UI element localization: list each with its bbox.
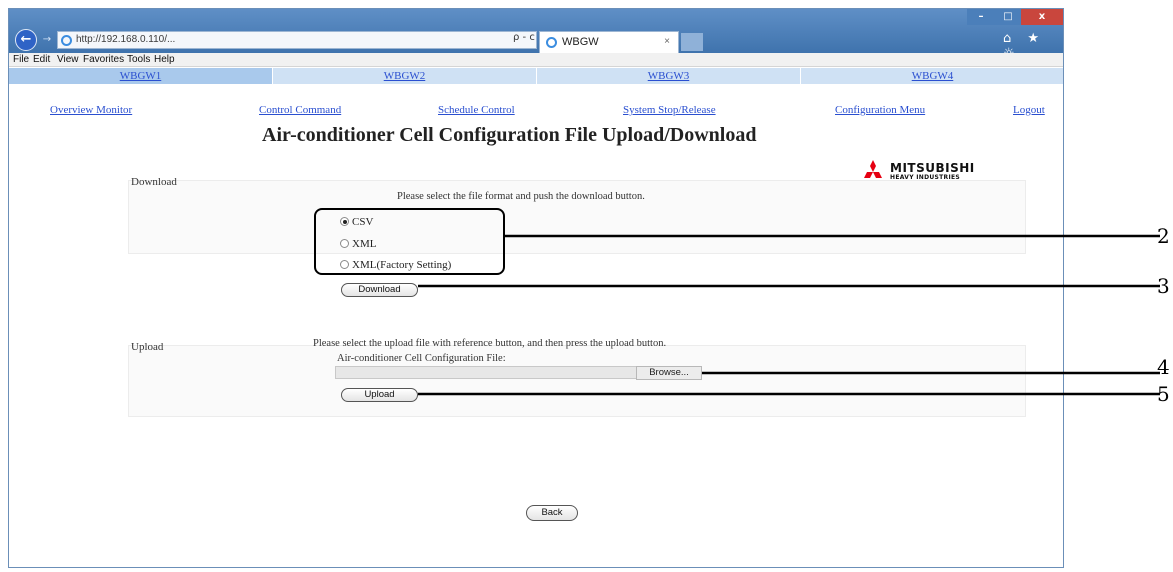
address-bar[interactable]: http://192.168.0.110/... ρ - c (57, 31, 537, 49)
upload-button[interactable]: Upload (341, 388, 418, 402)
menu-view[interactable]: View (57, 54, 79, 65)
ie-tab-icon (546, 37, 557, 48)
browser-titlebar: ← → http://192.168.0.110/... ρ - c WBGW … (9, 9, 1063, 61)
download-button[interactable]: Download (341, 283, 418, 297)
nav-logout[interactable]: Logout (1013, 104, 1045, 116)
logo-name: MITSUBISHI (890, 161, 975, 175)
tab-wbgw3[interactable]: WBGW3 (537, 68, 800, 84)
upload-panel (128, 345, 1026, 417)
close-tab-icon[interactable]: × (664, 32, 670, 52)
upload-file-input[interactable] (335, 366, 639, 379)
tab-wbgw4[interactable]: WBGW4 (801, 68, 1063, 84)
file-field-label: Air-conditioner Cell Configuration File: (337, 353, 506, 364)
address-text: http://192.168.0.110/... (76, 34, 176, 45)
nav-schedule-control[interactable]: Schedule Control (438, 104, 515, 116)
tab-title: WBGW (562, 36, 599, 48)
minimize-icon[interactable]: – (967, 9, 995, 25)
menu-file[interactable]: File (13, 54, 29, 65)
callout-number-4: 4 (1157, 355, 1170, 379)
screenshot-stage: ← → http://192.168.0.110/... ρ - c WBGW … (0, 0, 1173, 572)
menu-bar: File Edit View Favorites Tools Help (9, 53, 1063, 67)
nav-control-command[interactable]: Control Command (259, 104, 341, 116)
menu-favorites[interactable]: Favorites (83, 54, 124, 65)
maximize-icon[interactable]: □ (995, 9, 1021, 25)
menu-edit[interactable]: Edit (33, 54, 50, 65)
tab-wbgw1[interactable]: WBGW1 (9, 68, 272, 84)
nav-overview-monitor[interactable]: Overview Monitor (50, 104, 132, 116)
tab-wbgw2[interactable]: WBGW2 (273, 68, 536, 84)
upload-section-label: Upload (131, 341, 164, 353)
gateway-tab-bar: WBGW1 WBGW2 WBGW3 WBGW4 (9, 68, 1063, 84)
nav-configuration-menu[interactable]: Configuration Menu (835, 104, 925, 116)
menu-help[interactable]: Help (154, 54, 175, 65)
callout-number-5: 5 (1157, 382, 1170, 406)
browse-button[interactable]: Browse... (636, 366, 702, 380)
download-instruction: Please select the file format and push t… (397, 191, 645, 202)
back-arrow-icon[interactable]: ← (15, 29, 37, 51)
new-tab-button[interactable] (681, 33, 703, 51)
download-section-label: Download (131, 176, 177, 188)
callout-number-2: 2 (1157, 224, 1170, 248)
ie-icon (61, 35, 72, 46)
callout-box-format-options (314, 208, 505, 275)
browser-tab[interactable]: WBGW × (539, 31, 679, 53)
menu-tools[interactable]: Tools (127, 54, 150, 65)
upload-instruction: Please select the upload file with refer… (313, 338, 667, 349)
top-navigation: Overview Monitor Control Command Schedul… (9, 104, 1063, 118)
forward-arrow-icon[interactable]: → (40, 33, 54, 47)
page-title: Air-conditioner Cell Configuration File … (262, 124, 757, 146)
search-refresh-icon[interactable]: ρ - c (513, 32, 535, 43)
back-button[interactable]: Back (526, 505, 578, 521)
close-window-icon[interactable]: x (1021, 9, 1063, 25)
browser-window: ← → http://192.168.0.110/... ρ - c WBGW … (8, 8, 1064, 568)
nav-system-stop-release[interactable]: System Stop/Release (623, 104, 716, 116)
callout-number-3: 3 (1157, 274, 1170, 298)
